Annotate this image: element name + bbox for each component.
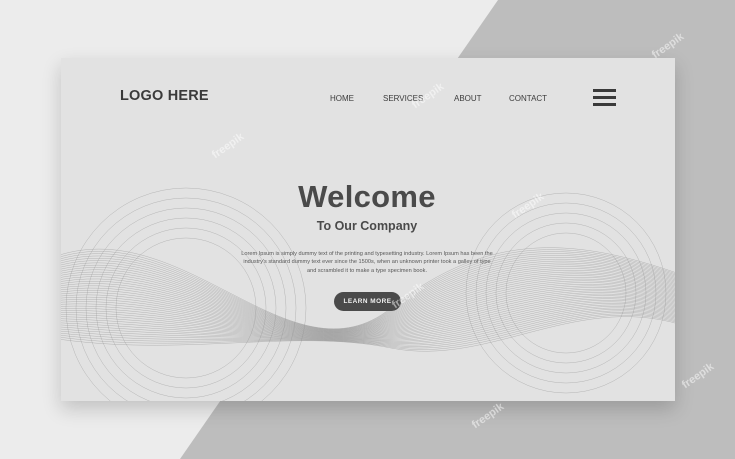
hero-title: Welcome <box>298 179 436 214</box>
hero-body-text: Lorem Ipsum is simply dummy text of the … <box>241 251 493 274</box>
hero-subtitle: To Our Company <box>316 219 418 233</box>
landing-card: LOGO HERE HOME SERVICES ABOUT CONTACT We… <box>61 58 675 401</box>
nav-contact[interactable]: CONTACT <box>509 94 547 103</box>
logo[interactable]: LOGO HERE <box>120 88 209 104</box>
hamburger-menu-icon[interactable] <box>593 89 616 106</box>
nav-about[interactable]: ABOUT <box>454 94 482 103</box>
page-backdrop: LOGO HERE HOME SERVICES ABOUT CONTACT We… <box>0 0 735 459</box>
nav-home[interactable]: HOME <box>330 94 354 103</box>
